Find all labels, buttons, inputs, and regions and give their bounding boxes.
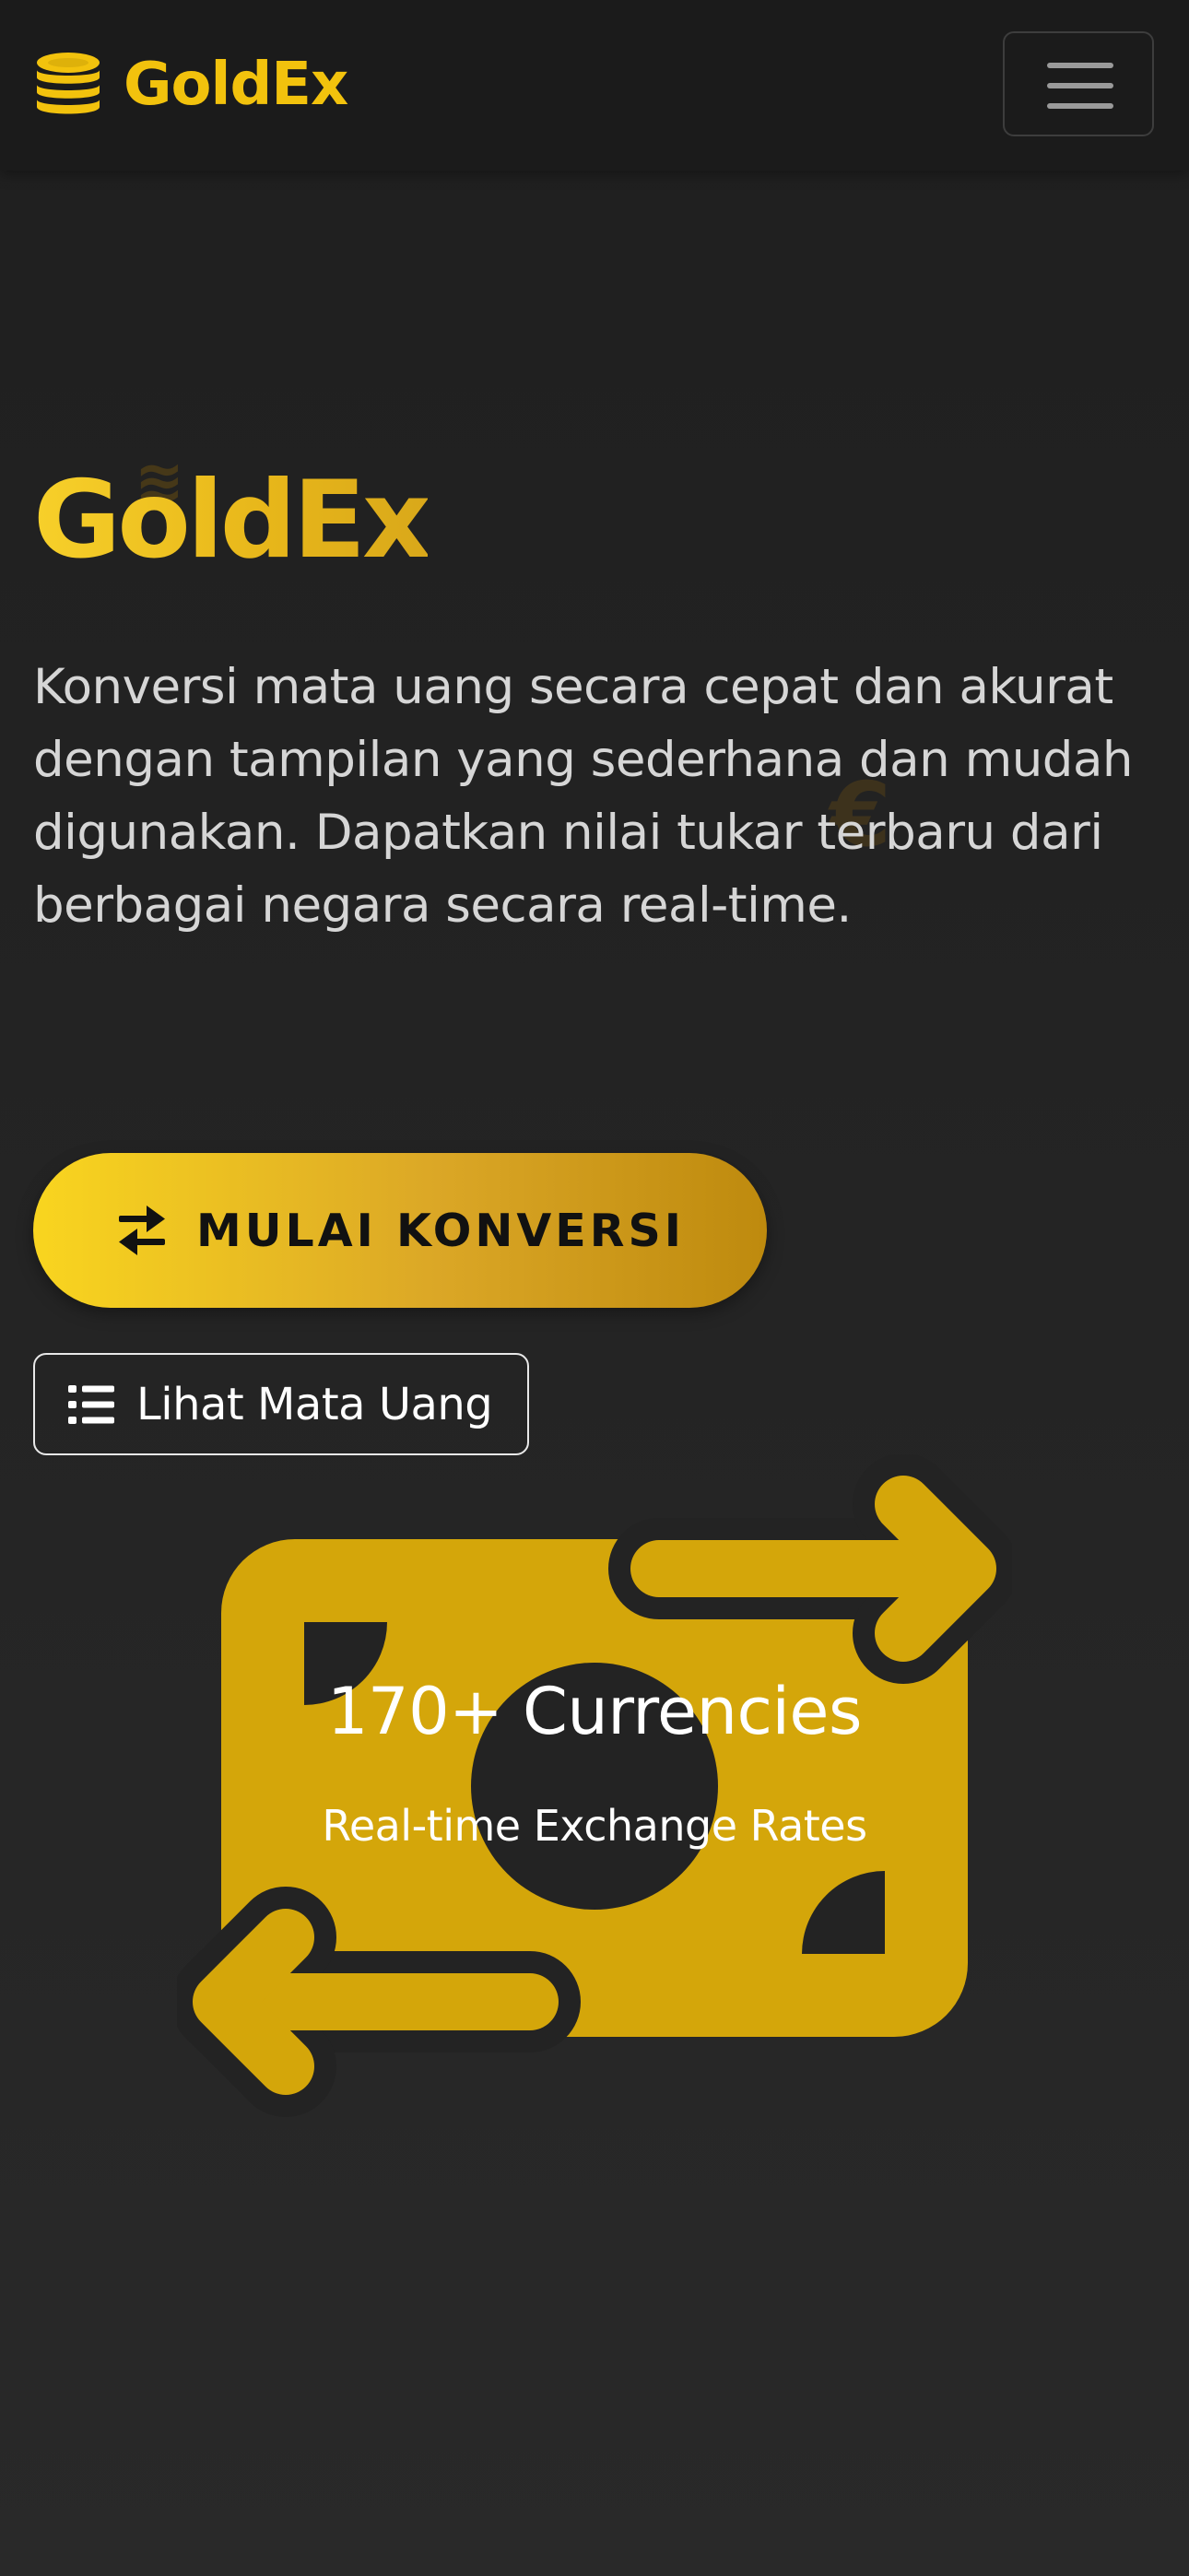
hero-description: Konversi mata uang secara cepat dan akur…	[33, 659, 1134, 934]
menu-toggle-button[interactable]	[1003, 31, 1154, 136]
currency-count-title: 170+ Currencies	[327, 1674, 862, 1749]
money-bill-transfer-icon	[177, 1454, 1012, 2117]
navbar: GoldEx	[0, 0, 1189, 171]
start-conversion-button[interactable]: MULAI KONVERSI	[33, 1153, 767, 1308]
coins-icon	[37, 53, 100, 114]
exchange-rates-subtitle: Real-time Exchange Rates	[322, 1801, 867, 1851]
view-currencies-label: Lihat Mata Uang	[136, 1378, 493, 1430]
exchange-arrows-icon	[118, 1206, 165, 1255]
brand-name: GoldEx	[124, 51, 348, 119]
brand-link[interactable]: GoldEx	[33, 48, 348, 122]
view-currencies-button[interactable]: Lihat Mata Uang	[33, 1353, 529, 1455]
hero-title: GoldEx	[33, 452, 431, 590]
start-conversion-label: MULAI KONVERSI	[195, 1204, 686, 1257]
list-icon	[68, 1384, 114, 1424]
